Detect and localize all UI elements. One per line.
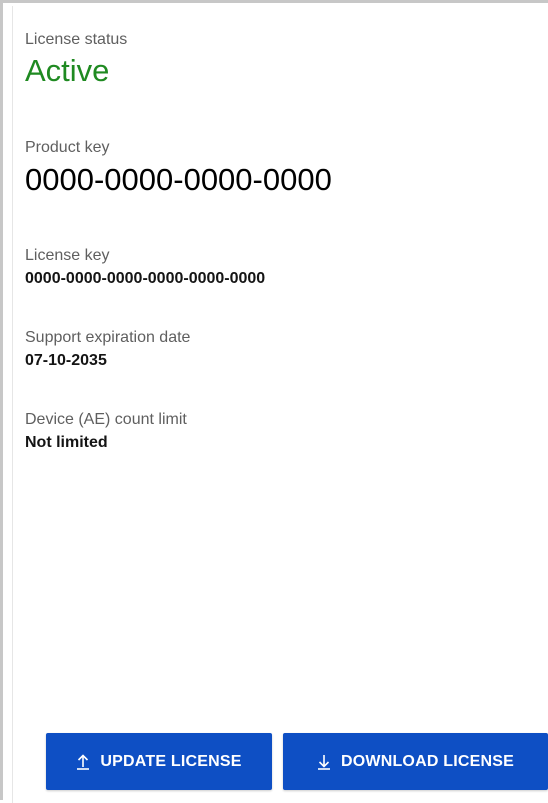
device-limit-value: Not limited: [25, 434, 108, 451]
download-license-label: DOWNLOAD LICENSE: [341, 752, 514, 770]
license-status-value: Active: [25, 53, 110, 88]
license-key-value: 0000-0000-0000-0000-0000-0000: [25, 270, 266, 287]
product-key-label: Product key: [25, 139, 110, 156]
support-expiration-value: 07-10-2035: [25, 352, 107, 369]
device-limit-label: Device (AE) count limit: [25, 411, 187, 428]
support-expiration-label: Support expiration date: [25, 329, 191, 346]
download-icon: [317, 754, 331, 770]
update-license-label: UPDATE LICENSE: [100, 752, 242, 770]
device-limit-section: Device (AE) count limit Not limited: [25, 410, 187, 453]
license-details-panel: License status Active Product key 0000-0…: [12, 6, 548, 803]
window-frame: License status Active Product key 0000-0…: [0, 0, 548, 803]
license-status-section: License status Active: [25, 30, 127, 90]
license-key-label: License key: [25, 247, 110, 264]
download-license-button[interactable]: DOWNLOAD LICENSE: [283, 733, 548, 790]
product-key-section: Product key 0000-0000-0000-0000: [25, 138, 332, 199]
license-key-section: License key 0000-0000-0000-0000-0000-000…: [25, 246, 265, 289]
upload-icon: [76, 753, 90, 770]
update-license-button[interactable]: UPDATE LICENSE: [46, 733, 272, 790]
support-expiration-section: Support expiration date 07-10-2035: [25, 328, 190, 371]
license-status-label: License status: [25, 31, 128, 48]
product-key-value: 0000-0000-0000-0000: [25, 162, 332, 197]
